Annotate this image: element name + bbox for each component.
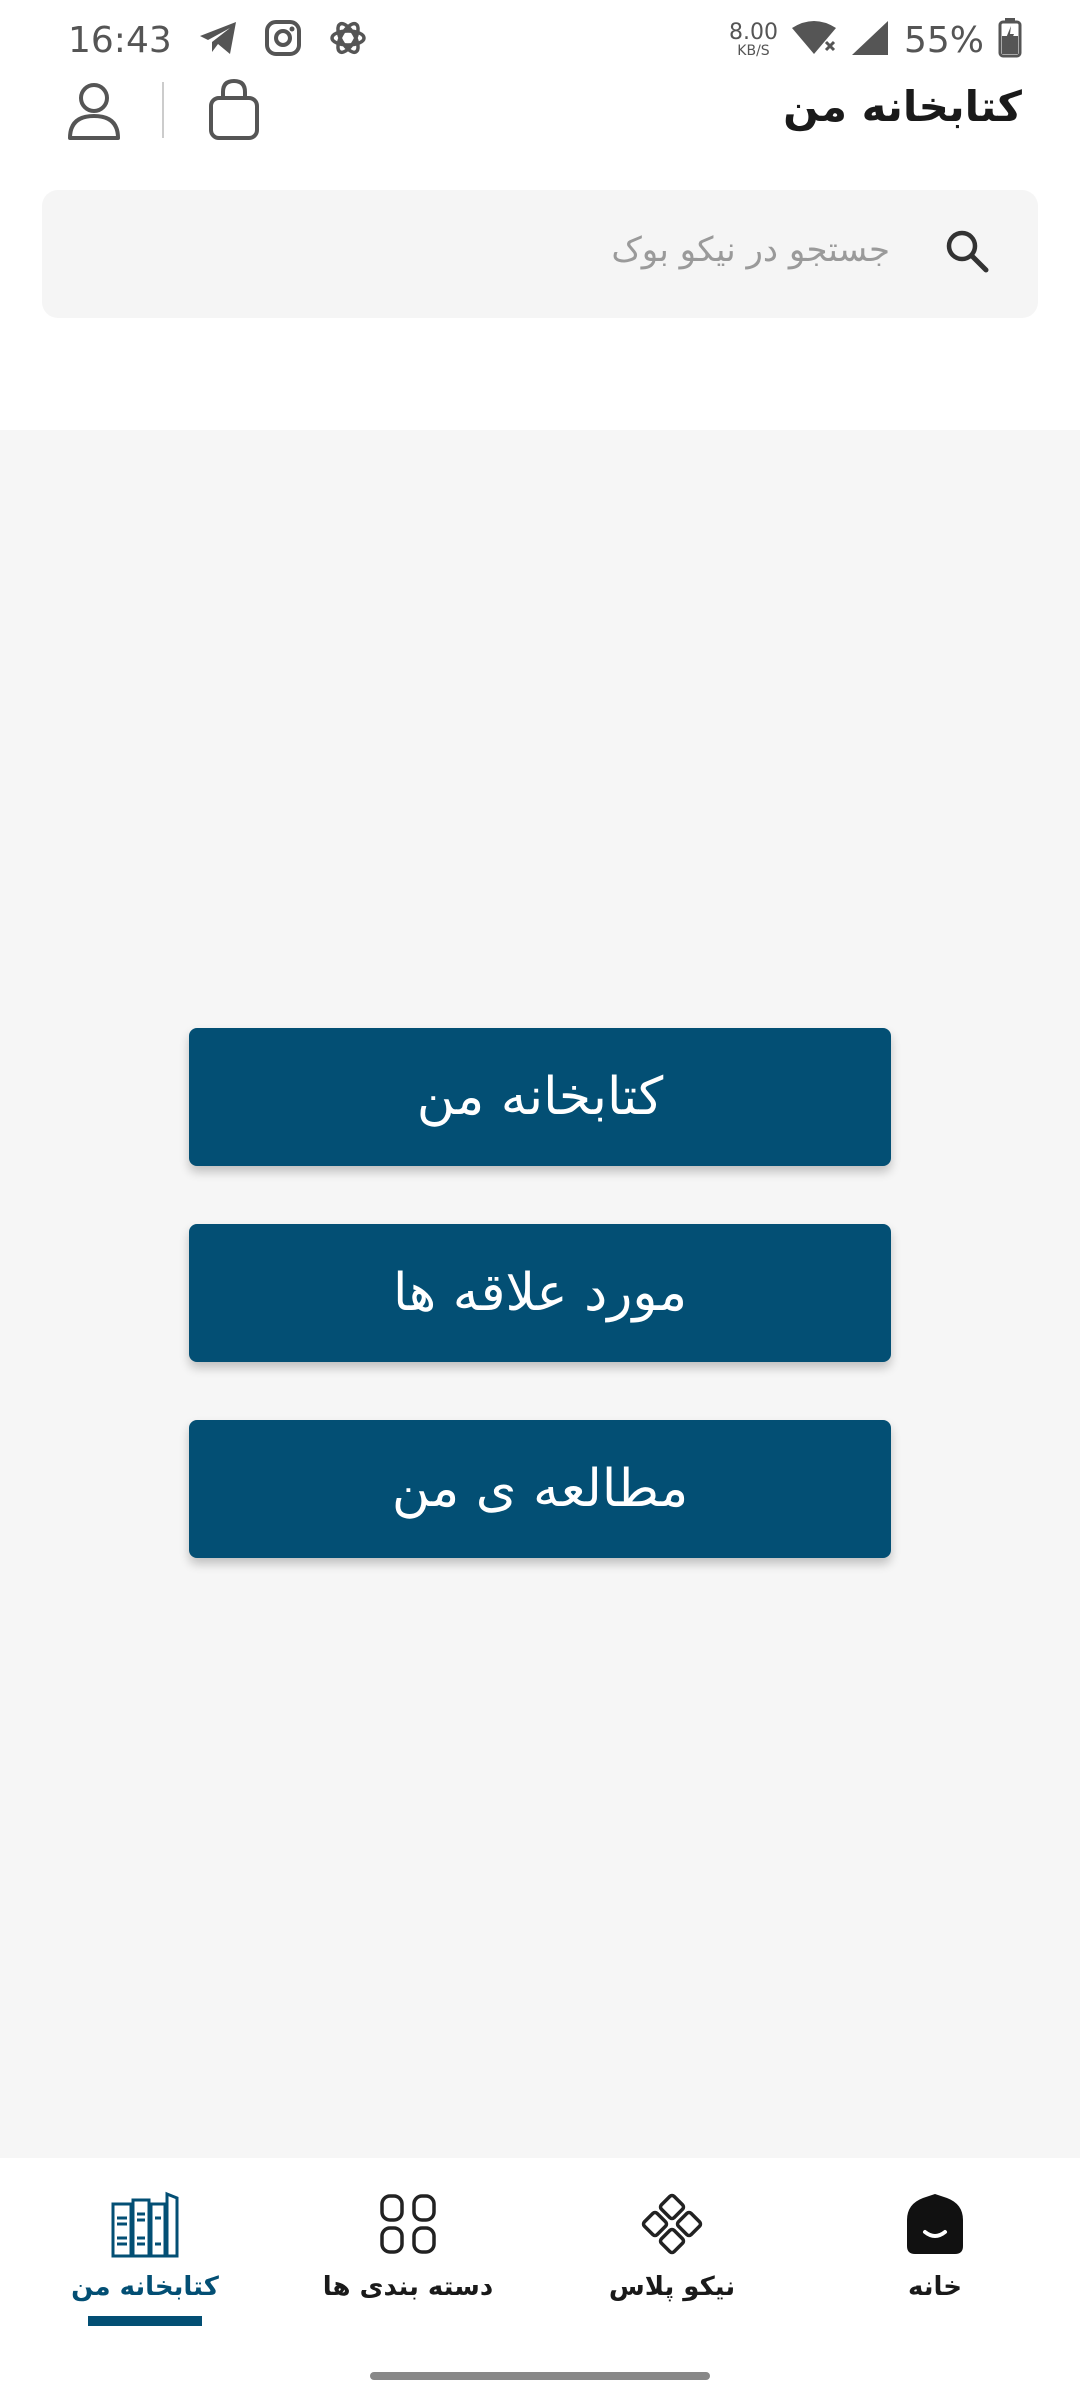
- favorites-button[interactable]: مورد علاقه ها: [189, 1224, 891, 1362]
- net-speed-unit: KB/S: [737, 43, 770, 59]
- my-reading-button[interactable]: مطالعه ی من: [189, 1420, 891, 1558]
- nav-label-niko-plus: نیکو پلاس: [608, 2272, 736, 2302]
- net-speed: 8.00 KB/S: [729, 20, 778, 59]
- bottom-nav: کتابخانه من دسته بندی ها نیکو پلاس خانه: [0, 2158, 1080, 2400]
- books-icon: [111, 2191, 179, 2258]
- home-icon: [907, 2194, 963, 2254]
- status-time: 16:43: [68, 19, 172, 61]
- search-bar[interactable]: جستجو در نیکو بوک: [42, 190, 1038, 318]
- nav-label-home: خانه: [907, 2272, 963, 2302]
- user-icon: [68, 83, 120, 140]
- screen: 16:43 8.00 KB/S 55% کتابخانه من جستجو در…: [0, 0, 1080, 2400]
- status-left: 16:43: [68, 18, 368, 62]
- battery-percent: 55%: [903, 19, 984, 61]
- nav-item-niko-plus[interactable]: نیکو پلاس: [542, 2188, 802, 2338]
- wifi-icon: [791, 20, 836, 60]
- nav-item-categories[interactable]: دسته بندی ها: [278, 2188, 538, 2338]
- cart-button[interactable]: [206, 78, 262, 142]
- nav-item-home[interactable]: خانه: [805, 2188, 1065, 2338]
- search-input[interactable]: جستجو در نیکو بوک: [611, 230, 890, 270]
- niko-plus-icon: [641, 2193, 703, 2255]
- app-bar: کتابخانه من: [0, 78, 1080, 188]
- net-speed-value: 8.00: [729, 20, 778, 45]
- status-bar: 16:43 8.00 KB/S 55%: [0, 0, 1080, 80]
- battery-icon: [998, 18, 1022, 62]
- shopping-bag-icon: [209, 78, 259, 140]
- openai-icon: [328, 18, 368, 62]
- instagram-icon: [264, 19, 302, 61]
- main-content: کتابخانه من مورد علاقه ها مطالعه ی من: [0, 430, 1080, 2158]
- search-icon[interactable]: [944, 228, 990, 274]
- signal-icon: [850, 19, 890, 61]
- my-library-button[interactable]: کتابخانه من: [189, 1028, 891, 1166]
- gesture-handle[interactable]: [370, 2372, 710, 2380]
- categories-icon: [380, 2194, 436, 2254]
- nav-label-my-library: کتابخانه من: [71, 2272, 219, 2302]
- telegram-icon: [198, 20, 238, 60]
- status-right: 8.00 KB/S 55%: [729, 18, 1022, 62]
- page-title: کتابخانه من: [783, 82, 1022, 131]
- profile-button[interactable]: [66, 80, 122, 142]
- active-tab-indicator: [88, 2316, 202, 2326]
- nav-label-categories: دسته بندی ها: [322, 2272, 494, 2302]
- app-bar-divider: [162, 82, 164, 138]
